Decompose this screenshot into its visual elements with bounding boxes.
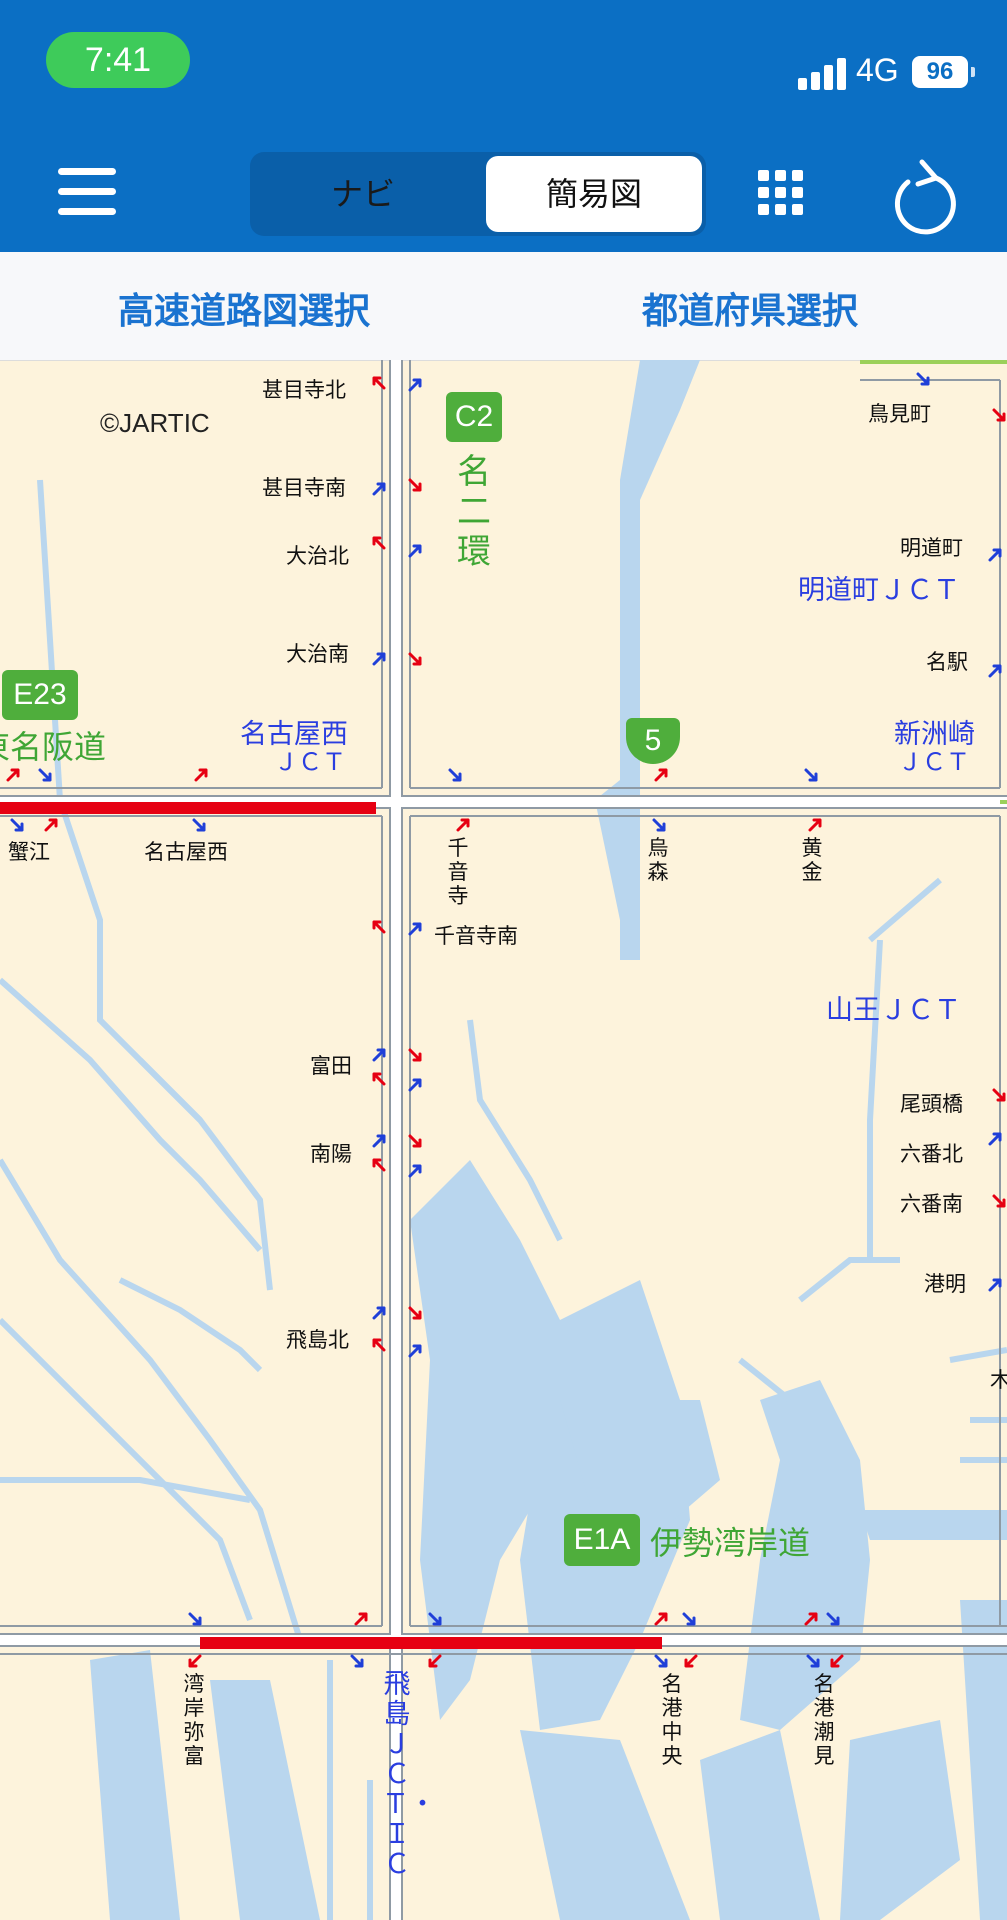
ic-label-meidocho[interactable]: 明道町 — [900, 532, 963, 562]
ic-label-komei[interactable]: 港明 — [924, 1268, 966, 1298]
ic-label-jimokujiminami[interactable]: 甚目寺南 — [262, 472, 346, 502]
grid-icon[interactable] — [758, 170, 804, 216]
map-selector-bar: 高速道路図選択 都道府県選択 — [0, 252, 1007, 361]
ic-label-senonji[interactable]: 千音寺 — [446, 836, 470, 908]
menu-icon[interactable] — [58, 168, 116, 216]
expressway-map-select-link[interactable]: 高速道路図選択 — [118, 282, 370, 334]
route-name-c2: 名二環 — [457, 452, 491, 572]
route-badge-e23: E23 — [2, 670, 78, 720]
ic-label-ojikita[interactable]: 大治北 — [286, 540, 349, 570]
ic-label-ko-partial[interactable]: 木 — [990, 1364, 1007, 1394]
ic-label-karasumori[interactable]: 烏森 — [646, 836, 670, 884]
signal-icon — [798, 58, 846, 90]
jct-label-tobishima[interactable]: 飛島ＪＣＴ・ＩＣ — [382, 1670, 436, 1880]
ic-label-kanie[interactable]: 蟹江 — [8, 836, 50, 866]
status-bar: 7:41 4G 96 — [0, 0, 1007, 130]
view-segmented-control: ナビ 簡易図 — [250, 152, 706, 236]
route-name-e23: 東名阪道 — [0, 728, 107, 766]
jct-label-meidocho[interactable]: 明道町ＪＣＴ — [798, 568, 960, 607]
refresh-icon[interactable] — [888, 148, 964, 236]
ic-label-meieki[interactable]: 名駅 — [926, 646, 968, 676]
ic-label-meikochuo[interactable]: 名港中央 — [660, 1672, 684, 1768]
tab-navi[interactable]: ナビ — [258, 156, 468, 232]
expressway-map[interactable]: ©JARTIC C2 名二環 E23 東名阪道 5 E1A 伊勢湾岸道 甚目寺北… — [0, 360, 1007, 1920]
jct-label-shinsuzaki-suffix[interactable]: ＪＣＴ — [898, 742, 970, 777]
ic-label-otobashi[interactable]: 尾頭橋 — [900, 1088, 963, 1118]
jct-label-nagoyanishi-suffix[interactable]: ＪＣＴ — [274, 742, 346, 777]
route-name-e1a: 伊勢湾岸道 — [650, 1524, 811, 1562]
ic-label-karasumicho[interactable]: 鳥見町 — [868, 398, 931, 428]
route-badge-c2: C2 — [446, 392, 502, 442]
toolbar: ナビ 簡易図 — [0, 130, 1007, 252]
route-badge-e1a: E1A — [564, 1514, 640, 1566]
ic-label-rokubankita[interactable]: 六番北 — [900, 1138, 963, 1168]
ic-label-ojiminami[interactable]: 大治南 — [286, 638, 349, 668]
ic-label-rokubanminami[interactable]: 六番南 — [900, 1188, 963, 1218]
status-time: 7:41 — [46, 32, 190, 88]
ic-label-kogane[interactable]: 黄金 — [800, 836, 824, 884]
ic-label-wanganyatomi[interactable]: 湾岸弥富 — [182, 1672, 206, 1768]
copyright-text: ©JARTIC — [100, 408, 210, 438]
ic-label-meikoshiomi[interactable]: 名港潮見 — [812, 1672, 836, 1768]
ic-label-jimokujikita[interactable]: 甚目寺北 — [262, 374, 346, 404]
network-type: 4G — [856, 52, 899, 88]
ic-label-nanyo[interactable]: 南陽 — [310, 1138, 352, 1168]
jct-label-sanno[interactable]: 山王ＪＣＴ — [826, 988, 961, 1027]
prefecture-select-link[interactable]: 都道府県選択 — [642, 282, 858, 334]
tab-simple-map[interactable]: 簡易図 — [486, 156, 702, 232]
ic-label-nagoyanishi[interactable]: 名古屋西 — [144, 836, 228, 866]
ic-label-tomida[interactable]: 富田 — [310, 1050, 352, 1080]
ic-label-senonjiminami[interactable]: 千音寺南 — [434, 920, 518, 950]
battery-icon: 96 — [912, 56, 975, 88]
ic-label-tobishimakita[interactable]: 飛島北 — [286, 1324, 349, 1354]
